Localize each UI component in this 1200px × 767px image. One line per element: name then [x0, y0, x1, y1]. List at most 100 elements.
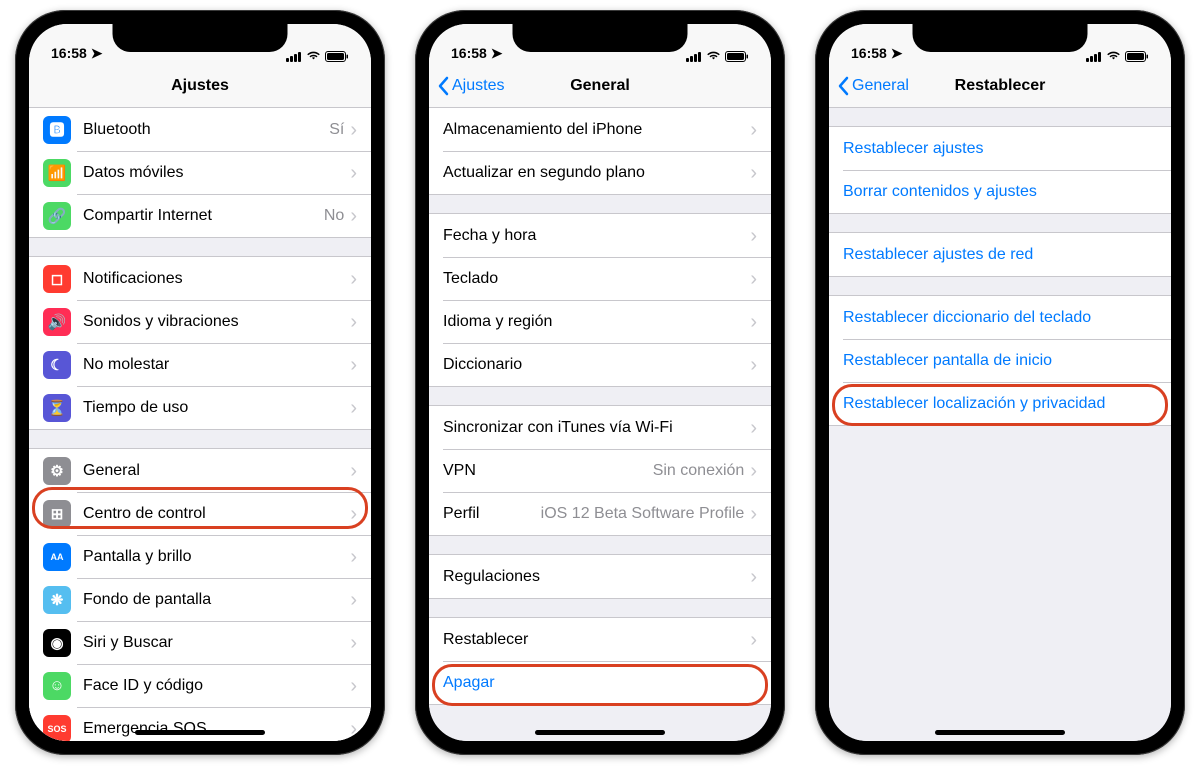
- row-label: Sonidos y vibraciones: [83, 313, 350, 331]
- row-label: Bluetooth: [83, 121, 329, 139]
- chevron-icon: ›: [350, 547, 357, 567]
- row-regulaciones[interactable]: Regulaciones›: [429, 555, 771, 598]
- chevron-icon: ›: [350, 461, 357, 481]
- chevron-icon: ›: [750, 226, 757, 246]
- sound-icon: 🔊: [43, 308, 71, 336]
- ctrl-icon: ⊞: [43, 500, 71, 528]
- row-emergencia-sos[interactable]: SOSEmergencia SOS›: [29, 707, 371, 741]
- chevron-icon: ›: [750, 504, 757, 524]
- hour-icon: ⏳: [43, 394, 71, 422]
- phone-2: 16:58 ➤ Ajustes General Almacenamiento del…: [415, 10, 785, 755]
- row-diccionario[interactable]: Diccionario›: [429, 343, 771, 386]
- row-label: Borrar contenidos y ajustes: [843, 183, 1157, 201]
- face-icon: ☺︎: [43, 672, 71, 700]
- chevron-icon: ›: [750, 269, 757, 289]
- row-sonidos-y-vibraciones[interactable]: 🔊 Sonidos y vibraciones›: [29, 300, 371, 343]
- status-icons: [286, 51, 349, 62]
- chevron-icon: ›: [350, 398, 357, 418]
- nav-bar: Ajustes: [29, 64, 371, 108]
- row-fondo-de-pantalla[interactable]: ❋Fondo de pantalla›: [29, 578, 371, 621]
- row-label: General: [83, 462, 350, 480]
- row-idioma-y-regi-n[interactable]: Idioma y región›: [429, 300, 771, 343]
- row-borrar-contenidos-y-ajustes[interactable]: Borrar contenidos y ajustes: [829, 170, 1171, 213]
- row-label: Actualizar en segundo plano: [443, 164, 750, 182]
- home-indicator[interactable]: [535, 730, 665, 735]
- status-icons: [1086, 51, 1149, 62]
- row-label: Restablecer ajustes: [843, 140, 1157, 158]
- row-label: No molestar: [83, 356, 350, 374]
- chevron-icon: ›: [350, 163, 357, 183]
- row-bluetooth[interactable]: 🅱︎BluetoothSí›: [29, 108, 371, 151]
- back-button[interactable]: General: [837, 64, 909, 108]
- row-label: Notificaciones: [83, 270, 350, 288]
- content[interactable]: 🅱︎BluetoothSí›📶Datos móviles›🔗Compartir …: [29, 108, 371, 741]
- row-general[interactable]: ⚙︎ General›: [29, 449, 371, 492]
- row-label: Idioma y región: [443, 313, 750, 331]
- nav-title: General: [570, 77, 630, 95]
- link-icon: 🔗: [43, 202, 71, 230]
- content[interactable]: Restablecer ajustes Borrar contenidos y a…: [829, 108, 1171, 741]
- siri-icon: ◉: [43, 629, 71, 657]
- bell-icon: ◻︎: [43, 265, 71, 293]
- sos-icon: SOS: [43, 715, 71, 742]
- row-perfil[interactable]: PerfiliOS 12 Beta Software Profile ›: [429, 492, 771, 535]
- nav-title: Ajustes: [171, 77, 229, 95]
- chevron-icon: ›: [350, 590, 357, 610]
- row-restablecer-pantalla-de-inicio[interactable]: Restablecer pantalla de inicio: [829, 339, 1171, 382]
- back-button[interactable]: Ajustes: [437, 64, 504, 108]
- row-pantalla-y-brillo[interactable]: AAPantalla y brillo›: [29, 535, 371, 578]
- row-tiempo-de-uso[interactable]: ⏳ Tiempo de uso›: [29, 386, 371, 429]
- row-actualizar-en-segundo-plano[interactable]: Actualizar en segundo plano›: [429, 151, 771, 194]
- row-label: Almacenamiento del iPhone: [443, 121, 750, 139]
- row-fecha-y-hora[interactable]: Fecha y hora›: [429, 214, 771, 257]
- row-label: Restablecer ajustes de red: [843, 246, 1157, 264]
- status-time: 16:58 ➤: [51, 45, 102, 62]
- row-restablecer-ajustes[interactable]: Restablecer ajustes: [829, 127, 1171, 170]
- row-label: Tiempo de uso: [83, 399, 350, 417]
- row-face-id-y-c-digo[interactable]: ☺︎Face ID y código›: [29, 664, 371, 707]
- row-label: Perfil: [443, 505, 541, 523]
- b-icon: 🅱︎: [43, 116, 71, 144]
- chevron-icon: ›: [350, 312, 357, 332]
- row-restablecer-diccionario-del-teclado[interactable]: Restablecer diccionario del teclado: [829, 296, 1171, 339]
- nav-bar: Ajustes General: [429, 64, 771, 108]
- row-no-molestar[interactable]: ☾No molestar›: [29, 343, 371, 386]
- home-indicator[interactable]: [935, 730, 1065, 735]
- row-restablecer-localizaci-n-y-privacidad[interactable]: Restablecer localización y privacidad: [829, 382, 1171, 425]
- chevron-icon: ›: [750, 567, 757, 587]
- row-compartir-internet[interactable]: 🔗Compartir InternetNo›: [29, 194, 371, 237]
- row-label: Pantalla y brillo: [83, 548, 350, 566]
- row-value: iOS 12 Beta Software Profile: [541, 505, 745, 523]
- chevron-icon: ›: [750, 418, 757, 438]
- nav-bar: General Restablecer: [829, 64, 1171, 108]
- chevron-icon: ›: [350, 719, 357, 739]
- row-sincronizar-con-itunes-v-a-wi-fi[interactable]: Sincronizar con iTunes vía Wi-Fi›: [429, 406, 771, 449]
- row-restablecer-ajustes-de-red[interactable]: Restablecer ajustes de red: [829, 233, 1171, 276]
- wall-icon: ❋: [43, 586, 71, 614]
- home-indicator[interactable]: [135, 730, 265, 735]
- chevron-icon: ›: [350, 120, 357, 140]
- moon-icon: ☾: [43, 351, 71, 379]
- status-time: 16:58 ➤: [451, 45, 502, 62]
- row-label: Diccionario: [443, 356, 750, 374]
- chevron-icon: ›: [750, 355, 757, 375]
- chevron-icon: ›: [350, 676, 357, 696]
- row-label: Compartir Internet: [83, 207, 324, 225]
- row-notificaciones[interactable]: ◻︎Notificaciones›: [29, 257, 371, 300]
- status-icons: [686, 51, 749, 62]
- gear-icon: ⚙︎: [43, 457, 71, 485]
- row-label: Apagar: [443, 674, 757, 692]
- row-datos-m-viles[interactable]: 📶Datos móviles›: [29, 151, 371, 194]
- row-label: Fecha y hora: [443, 227, 750, 245]
- row-vpn[interactable]: VPNSin conexión›: [429, 449, 771, 492]
- content[interactable]: Almacenamiento del iPhone›Actualizar en …: [429, 108, 771, 741]
- chevron-icon: ›: [750, 312, 757, 332]
- row-restablecer[interactable]: Restablecer›: [429, 618, 771, 661]
- row-almacenamiento-del-iphone[interactable]: Almacenamiento del iPhone›: [429, 108, 771, 151]
- row-centro-de-control[interactable]: ⊞Centro de control›: [29, 492, 371, 535]
- nav-title: Restablecer: [955, 77, 1046, 95]
- row-siri-y-buscar[interactable]: ◉Siri y Buscar›: [29, 621, 371, 664]
- row-apagar[interactable]: Apagar: [429, 661, 771, 704]
- phone-1: 16:58 ➤ Ajustes🅱︎BluetoothSí›📶Datos móvi…: [15, 10, 385, 755]
- row-teclado[interactable]: Teclado›: [429, 257, 771, 300]
